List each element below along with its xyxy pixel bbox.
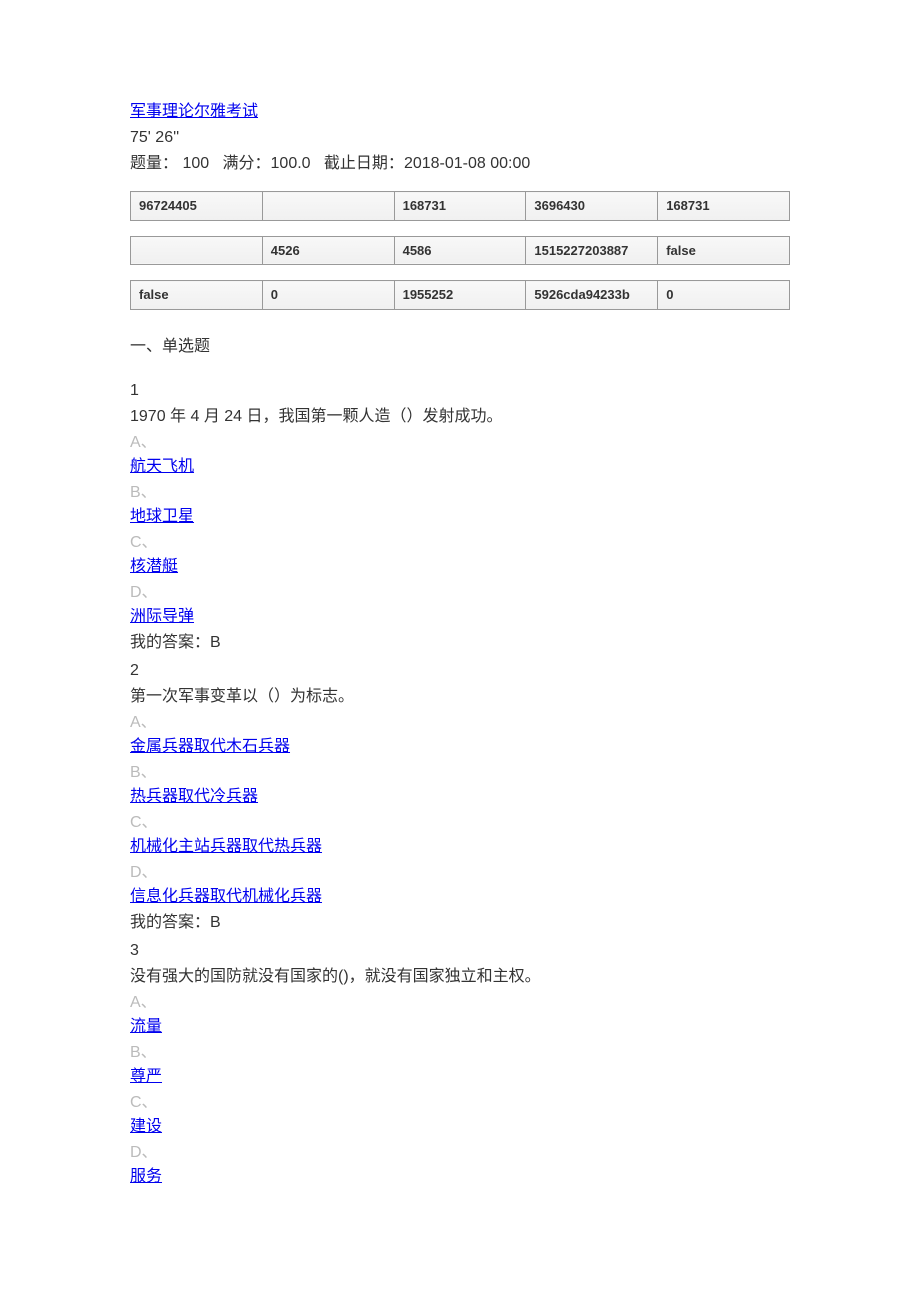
option-link[interactable]: 信息化兵器取代机械化兵器 [130,885,322,909]
full-label: 满分： [223,155,271,172]
table-cell: 5926cda94233b [526,281,658,310]
table-cell [262,192,394,221]
option-letter-b: B、 [130,481,790,505]
table-cell: 0 [262,281,394,310]
data-table-3: false 0 1955252 5926cda94233b 0 [130,280,790,310]
full-value: 100.0 [271,155,311,172]
option-link[interactable]: 机械化主站兵器取代热兵器 [130,835,322,859]
option-link[interactable]: 航天飞机 [130,455,194,479]
option-letter-d: D、 [130,861,790,885]
option-letter-c: C、 [130,1091,790,1115]
option-link[interactable]: 服务 [130,1165,162,1189]
table-cell: 4586 [394,236,526,265]
question-number: 1 [130,379,790,403]
table-row: 4526 4586 1515227203887 false [131,236,790,265]
count-value: 100 [182,155,209,172]
option-letter-b: B、 [130,761,790,785]
question-number: 2 [130,659,790,683]
exam-header: 军事理论尔雅考试 75' 26'' 题量： 100 满分：100.0 截止日期：… [130,100,790,176]
table-cell: false [131,281,263,310]
option-link[interactable]: 尊严 [130,1065,162,1089]
table-cell [131,236,263,265]
question-text: 第一次军事变革以（）为标志。 [130,685,790,709]
option-letter-a: A、 [130,711,790,735]
table-cell: false [658,236,790,265]
data-table-1: 96724405 168731 3696430 168731 [130,191,790,221]
option-letter-c: C、 [130,811,790,835]
exam-meta: 题量： 100 满分：100.0 截止日期：2018-01-08 00:00 [130,152,790,176]
deadline-label: 截止日期： [324,155,404,172]
data-table-2: 4526 4586 1515227203887 false [130,236,790,266]
table-cell: 168731 [658,192,790,221]
question-1: 1 1970 年 4 月 24 日，我国第一颗人造（）发射成功。 A、 航天飞机… [130,379,790,655]
option-letter-d: D、 [130,581,790,605]
table-row: false 0 1955252 5926cda94233b 0 [131,281,790,310]
question-2: 2 第一次军事变革以（）为标志。 A、 金属兵器取代木石兵器 B、 热兵器取代冷… [130,659,790,935]
option-letter-d: D、 [130,1141,790,1165]
question-3: 3 没有强大的国防就没有国家的()，就没有国家独立和主权。 A、 流量 B、 尊… [130,939,790,1189]
question-text: 没有强大的国防就没有国家的()，就没有国家独立和主权。 [130,965,790,989]
question-number: 3 [130,939,790,963]
option-link[interactable]: 核潜艇 [130,555,178,579]
exam-title-link[interactable]: 军事理论尔雅考试 [130,103,258,120]
table-cell: 1515227203887 [526,236,658,265]
option-letter-a: A、 [130,991,790,1015]
option-letter-a: A、 [130,431,790,455]
table-cell: 96724405 [131,192,263,221]
table-cell: 168731 [394,192,526,221]
option-link[interactable]: 热兵器取代冷兵器 [130,785,258,809]
table-cell: 1955252 [394,281,526,310]
option-letter-b: B、 [130,1041,790,1065]
deadline-value: 2018-01-08 00:00 [404,155,530,172]
option-link[interactable]: 金属兵器取代木石兵器 [130,735,290,759]
option-link[interactable]: 地球卫星 [130,505,194,529]
table-row: 96724405 168731 3696430 168731 [131,192,790,221]
table-cell: 4526 [262,236,394,265]
option-letter-c: C、 [130,531,790,555]
option-link[interactable]: 洲际导弹 [130,605,194,629]
my-answer: 我的答案：B [130,631,790,655]
option-link[interactable]: 流量 [130,1015,162,1039]
timer-text: 75' 26'' [130,126,790,150]
count-label: 题量： [130,155,178,172]
table-cell: 3696430 [526,192,658,221]
table-cell: 0 [658,281,790,310]
my-answer: 我的答案：B [130,911,790,935]
question-text: 1970 年 4 月 24 日，我国第一颗人造（）发射成功。 [130,405,790,429]
section-header: 一、单选题 [130,335,790,359]
option-link[interactable]: 建设 [130,1115,162,1139]
